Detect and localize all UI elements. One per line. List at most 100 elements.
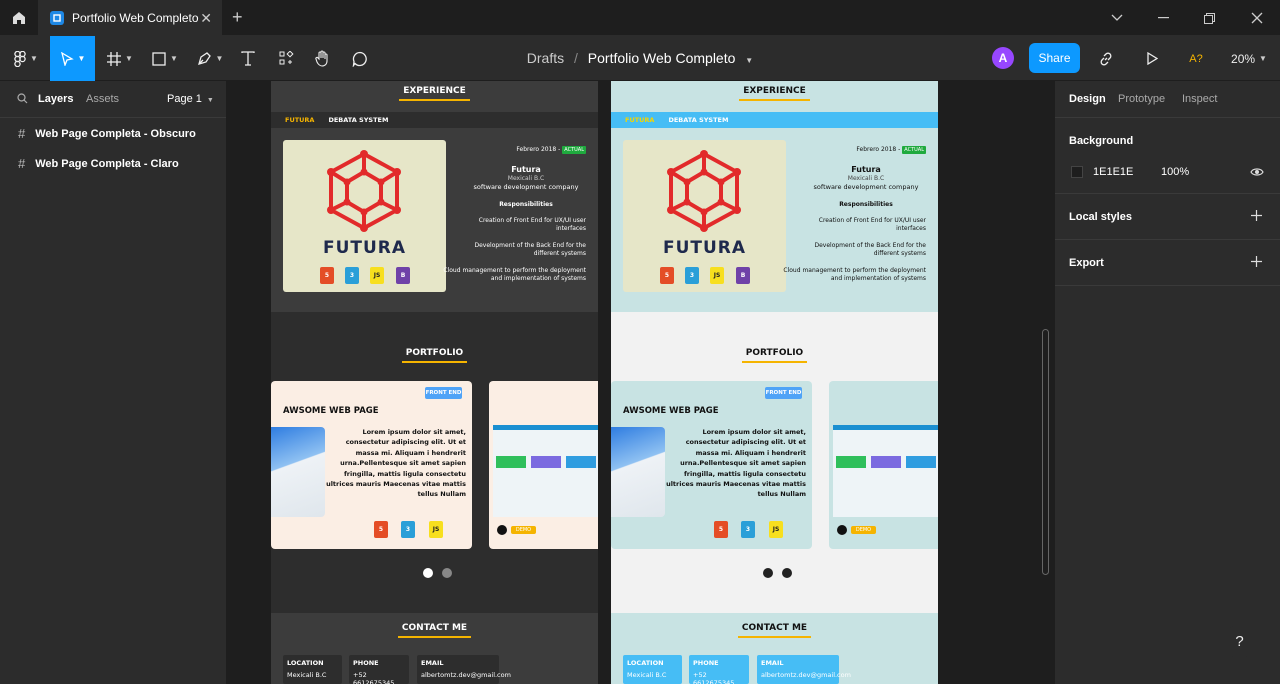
responsibility-3: Cloud management to perform the deployme… bbox=[443, 267, 586, 282]
html5-icon: 5 bbox=[714, 521, 728, 538]
file-name[interactable]: Portfolio Web Completo bbox=[588, 50, 736, 66]
futura-logo-card: FUTURA 5 3 JS B bbox=[623, 140, 786, 292]
company-name: Futura bbox=[851, 165, 881, 175]
experience-date: Febrero 2018 - bbox=[856, 146, 901, 153]
page-selector[interactable]: Page 1 ▼ bbox=[167, 93, 214, 105]
contact-email: EMAIL albertomtz.dev@gmail.com bbox=[757, 655, 851, 684]
missing-fonts-button[interactable]: A? bbox=[1184, 36, 1208, 81]
present-button[interactable] bbox=[1140, 36, 1164, 81]
canvas[interactable]: EXPERIENCE FUTURA DEBATA SYSTEM FUTURA 5… bbox=[227, 81, 1054, 684]
background-label: Background bbox=[1069, 135, 1134, 147]
subnav-debata[interactable]: DEBATA SYSTEM bbox=[328, 116, 388, 124]
carousel-dot[interactable] bbox=[442, 568, 452, 578]
demo-button[interactable]: DEMO bbox=[511, 526, 536, 534]
subnav-futura[interactable]: FUTURA bbox=[285, 116, 314, 124]
home-button[interactable] bbox=[0, 0, 38, 36]
tab-prototype[interactable]: Prototype bbox=[1118, 93, 1165, 105]
chevron-down-icon[interactable] bbox=[1094, 0, 1140, 36]
background-hex[interactable]: 1E1E1E bbox=[1093, 166, 1133, 178]
cube-logo-icon bbox=[327, 150, 401, 232]
text-icon bbox=[241, 51, 255, 66]
github-icon[interactable] bbox=[837, 525, 847, 535]
color-swatch[interactable] bbox=[1071, 166, 1083, 178]
help-button[interactable]: ? bbox=[1223, 625, 1256, 658]
contact-location: LOCATION Mexicali B.C bbox=[623, 655, 682, 684]
frame-dark[interactable]: EXPERIENCE FUTURA DEBATA SYSTEM FUTURA 5… bbox=[271, 81, 598, 684]
contact-email: EMAIL albertomtz.dev@gmail.com bbox=[417, 655, 511, 684]
carousel-dot-active[interactable] bbox=[763, 568, 773, 578]
experience-card: FUTURA 5 3 JS B Febrero 2018 - ACTUAL Fu… bbox=[271, 128, 598, 311]
github-icon[interactable] bbox=[497, 525, 507, 535]
project-title: AWSOME WEB PAGE bbox=[623, 406, 719, 416]
shape-tool-button[interactable]: ▼ bbox=[146, 36, 184, 81]
carousel-dot[interactable] bbox=[782, 568, 792, 578]
move-tool-button[interactable]: ▼ bbox=[50, 36, 95, 81]
hand-tool-button[interactable] bbox=[310, 36, 336, 81]
carousel-dot-active[interactable] bbox=[423, 568, 433, 578]
project-card[interactable]: FRONT END AWSOME WEB PAGE Lorem ipsum do… bbox=[271, 381, 472, 549]
portfolio-title: PORTFOLIO bbox=[611, 348, 938, 363]
frame-light[interactable]: EXPERIENCE FUTURA DEBATA SYSTEM FUTURA 5… bbox=[611, 81, 938, 684]
experience-info: Febrero 2018 - ACTUAL Futura Mexicali B.… bbox=[776, 146, 926, 282]
restore-button[interactable] bbox=[1186, 0, 1232, 36]
resources-button[interactable] bbox=[274, 36, 298, 81]
minimize-button[interactable] bbox=[1140, 0, 1186, 36]
close-tab-icon[interactable]: ✕ bbox=[200, 10, 212, 27]
new-tab-button[interactable]: + bbox=[232, 7, 243, 28]
frame-tool-button[interactable]: ▼ bbox=[102, 36, 138, 81]
layer-item[interactable]: # Web Page Completa - Obscuro bbox=[18, 126, 196, 141]
tab-assets[interactable]: Assets bbox=[86, 93, 119, 105]
contact-phone: PHONE +52 6612675345 bbox=[689, 655, 749, 684]
vertical-scrollbar[interactable] bbox=[1042, 329, 1049, 575]
home-icon bbox=[13, 12, 25, 24]
eye-icon[interactable] bbox=[1250, 167, 1264, 177]
pen-tool-button[interactable]: ▼ bbox=[192, 36, 228, 81]
project-card[interactable]: DEMO bbox=[489, 381, 598, 549]
javascript-icon: JS bbox=[370, 267, 384, 284]
copy-link-button[interactable] bbox=[1094, 36, 1118, 81]
subnav-futura[interactable]: FUTURA bbox=[625, 116, 654, 124]
file-tab[interactable]: Portfolio Web Completo ✕ bbox=[38, 0, 222, 36]
breadcrumb-separator: / bbox=[574, 50, 578, 66]
close-window-button[interactable] bbox=[1234, 0, 1280, 36]
project-card[interactable]: DEMO bbox=[829, 381, 938, 549]
responsibilities-label: Responsibilities bbox=[499, 200, 553, 208]
search-icon[interactable] bbox=[17, 93, 28, 104]
bootstrap-icon: B bbox=[736, 267, 750, 284]
responsibilities-label: Responsibilities bbox=[839, 200, 893, 208]
contact-title: CONTACT ME bbox=[271, 623, 598, 638]
company-location: Mexicali B.C bbox=[847, 175, 885, 183]
main-menu-button[interactable]: ▼ bbox=[6, 36, 46, 81]
plus-icon[interactable] bbox=[1251, 256, 1262, 267]
experience-date: Febrero 2018 - bbox=[516, 146, 561, 153]
comment-tool-button[interactable] bbox=[348, 36, 372, 81]
project-card[interactable]: FRONT END AWSOME WEB PAGE Lorem ipsum do… bbox=[611, 381, 812, 549]
experience-card: FUTURA 5 3 JS B Febrero 2018 - ACTUAL Fu… bbox=[611, 128, 938, 311]
breadcrumb-drafts[interactable]: Drafts bbox=[527, 50, 564, 66]
demo-button[interactable]: DEMO bbox=[851, 526, 876, 534]
actual-badge: ACTUAL bbox=[902, 146, 926, 155]
rectangle-icon bbox=[152, 51, 166, 66]
plus-icon[interactable] bbox=[1251, 210, 1262, 221]
experience-title: EXPERIENCE bbox=[611, 86, 938, 101]
local-styles-label: Local styles bbox=[1069, 211, 1132, 223]
tab-design[interactable]: Design bbox=[1069, 93, 1106, 105]
share-button[interactable]: Share bbox=[1029, 43, 1080, 73]
hand-icon bbox=[315, 50, 328, 67]
text-tool-button[interactable] bbox=[236, 36, 260, 81]
subnav-debata[interactable]: DEBATA SYSTEM bbox=[668, 116, 728, 124]
background-opacity[interactable]: 100% bbox=[1161, 166, 1189, 178]
chevron-down-icon[interactable]: ▼ bbox=[745, 56, 753, 65]
zoom-dropdown[interactable]: 20% ▼ bbox=[1226, 36, 1272, 81]
contact-phone: PHONE +52 6612675345 bbox=[349, 655, 409, 684]
tab-inspect[interactable]: Inspect bbox=[1182, 93, 1217, 105]
actual-badge: ACTUAL bbox=[562, 146, 586, 155]
local-styles-section: Local styles bbox=[1055, 194, 1280, 240]
zoom-level: 20% bbox=[1231, 51, 1256, 66]
layer-item[interactable]: # Web Page Completa - Claro bbox=[18, 156, 179, 171]
project-screenshot bbox=[493, 425, 598, 517]
export-section: Export bbox=[1055, 240, 1280, 286]
tab-layers[interactable]: Layers bbox=[38, 93, 73, 105]
avatar[interactable]: A bbox=[992, 47, 1014, 69]
project-screenshot bbox=[271, 427, 325, 517]
